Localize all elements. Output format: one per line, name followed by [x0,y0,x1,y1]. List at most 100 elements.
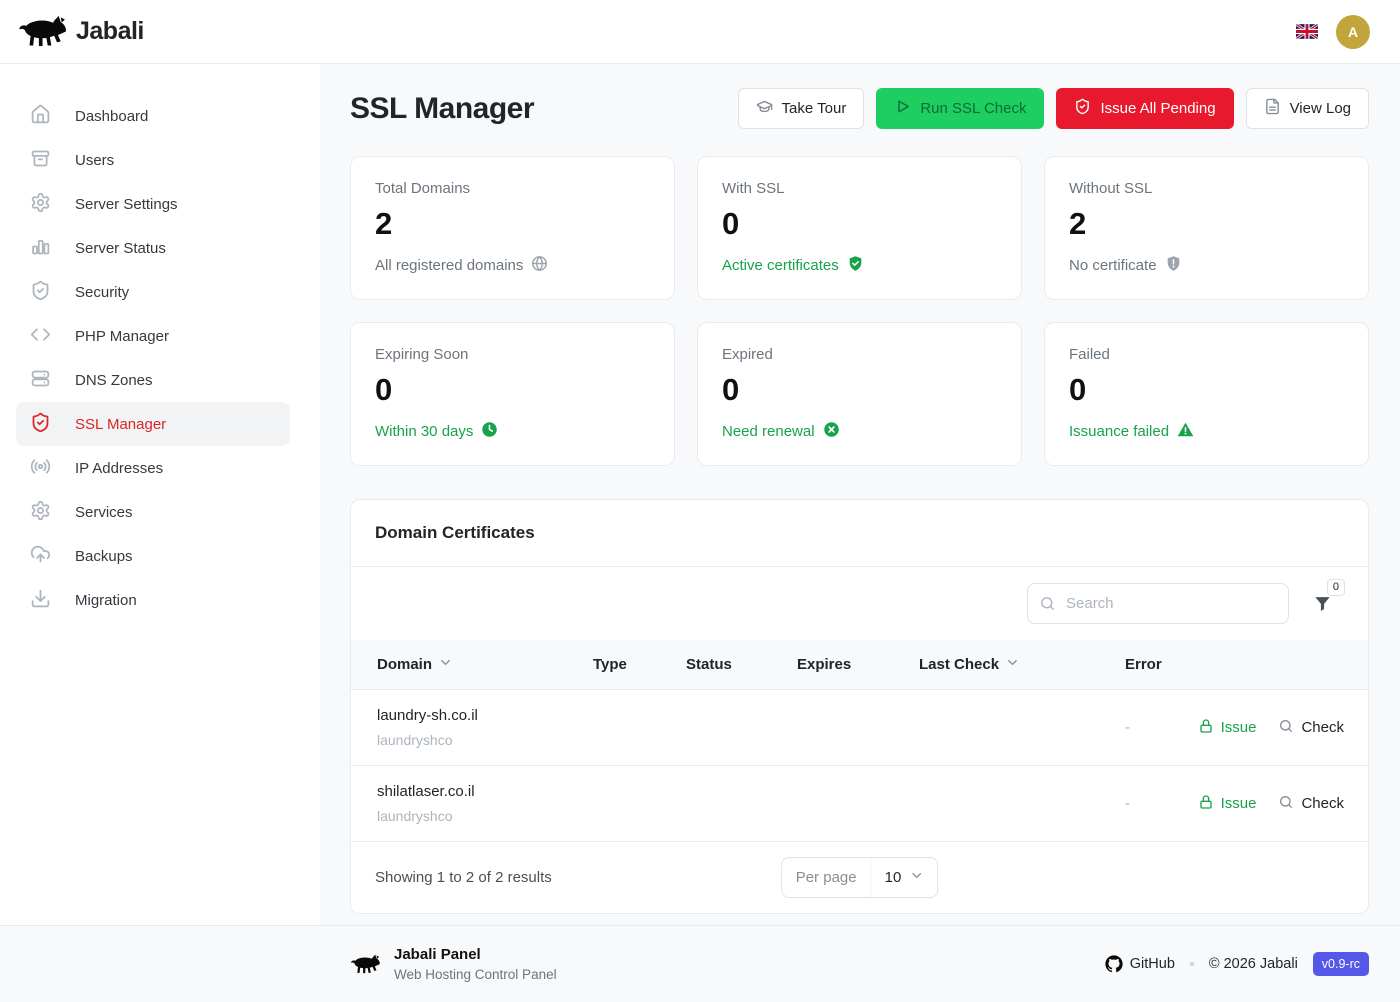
column-header-domain[interactable]: Domain [351,640,593,690]
lock-icon [1198,794,1214,814]
page-footer: Jabali Panel Web Hosting Control Panel G… [0,925,1400,1002]
take-tour-button[interactable]: Take Tour [738,88,865,129]
github-link[interactable]: GitHub [1105,955,1175,973]
sidebar-item-users[interactable]: Users [16,138,290,182]
check-action[interactable]: Check [1278,794,1344,814]
sidebar-item-dashboard[interactable]: Dashboard [16,94,290,138]
stat-value: 0 [1069,372,1344,408]
certificates-table: Domain Type Status Expires Last Check Er… [351,640,1368,841]
stat-card-with-ssl: With SSL 0 Active certificates [697,156,1022,300]
stat-card-failed: Failed 0 Issuance failed [1044,322,1369,466]
column-header-type: Type [593,640,686,690]
version-badge: v0.9-rc [1313,952,1369,976]
sidebar-item-migration[interactable]: Migration [16,578,290,622]
view-log-button[interactable]: View Log [1246,88,1369,129]
domain-owner: laundryshco [377,732,593,748]
stat-value: 0 [722,206,997,242]
sidebar-item-security[interactable]: Security [16,270,290,314]
main-content: SSL Manager Take Tour Run SSL Check Issu… [320,64,1400,925]
stat-value: 2 [375,206,650,242]
stats-grid: Total Domains 2 All registered domains W… [350,156,1369,466]
shield-check-icon [30,412,51,437]
per-page-value: 10 [885,869,902,886]
gear-icon [30,192,51,217]
chevron-down-icon [1005,655,1020,674]
issue-all-pending-button[interactable]: Issue All Pending [1056,88,1233,129]
table-row: laundry-sh.co.il laundryshco - Issue Che… [351,690,1368,766]
code-icon [30,324,51,349]
sidebar-item-php-manager[interactable]: PHP Manager [16,314,290,358]
search-icon [1278,794,1294,814]
results-summary: Showing 1 to 2 of 2 results [375,869,552,886]
shield-check-icon [1074,98,1091,119]
home-icon [30,104,51,129]
triangle-alert-icon [1177,421,1194,442]
shield-alert-icon [1165,255,1182,276]
globe-icon [531,255,548,276]
page-title: SSL Manager [350,92,534,126]
domain-certificates-card: Domain Certificates 0 Domain Type S [350,499,1369,914]
check-action[interactable]: Check [1278,718,1344,738]
bar-chart-icon [30,236,51,261]
server-icon [30,368,51,393]
search-icon [1039,595,1056,612]
footer-subtitle: Web Hosting Control Panel [394,967,557,982]
sidebar-item-server-settings[interactable]: Server Settings [16,182,290,226]
boar-logo-icon [349,952,381,977]
issue-action[interactable]: Issue [1198,794,1257,814]
cloud-upload-icon [30,544,51,569]
radio-icon [30,456,51,481]
stat-card-expiring-soon: Expiring Soon 0 Within 30 days [350,322,675,466]
boar-logo-icon [16,13,68,51]
stat-value: 2 [1069,206,1344,242]
sidebar-item-ssl-manager[interactable]: SSL Manager [16,402,290,446]
chevron-down-icon [438,655,453,674]
column-header-last-check[interactable]: Last Check [919,640,1125,690]
sidebar: Dashboard Users Server Settings Server S… [0,64,320,925]
search-icon [1278,718,1294,738]
copyright: © 2026 Jabali [1209,956,1298,972]
language-flag-icon[interactable] [1296,24,1318,39]
sidebar-item-dns-zones[interactable]: DNS Zones [16,358,290,402]
per-page-select[interactable]: Per page 10 [781,857,939,898]
top-navbar: Jabali A [0,0,1400,64]
github-icon [1105,955,1123,973]
filter-button[interactable]: 0 [1313,594,1332,613]
run-ssl-check-button[interactable]: Run SSL Check [876,88,1044,129]
sidebar-item-backups[interactable]: Backups [16,534,290,578]
user-avatar[interactable]: A [1336,15,1370,49]
chevron-down-icon [909,868,924,887]
stat-card-expired: Expired 0 Need renewal [697,322,1022,466]
stat-value: 0 [722,372,997,408]
search-input[interactable] [1027,583,1289,624]
download-icon [30,588,51,613]
gear-icon [30,500,51,525]
sidebar-item-ip-addresses[interactable]: IP Addresses [16,446,290,490]
stat-value: 0 [375,372,650,408]
separator-dot [1190,962,1194,966]
table-header-row: Domain Type Status Expires Last Check Er… [351,640,1368,690]
brand[interactable]: Jabali [16,13,144,51]
column-header-expires: Expires [797,640,919,690]
search-box [1027,583,1289,624]
funnel-icon [1313,594,1332,613]
clock-icon [481,421,498,442]
shield-check-icon [847,255,864,276]
issue-action[interactable]: Issue [1198,718,1257,738]
table-row: shilatlaser.co.il laundryshco - Issue Ch… [351,766,1368,842]
brand-name: Jabali [76,17,144,46]
footer-brand: Jabali Panel [394,946,557,963]
column-header-status: Status [686,640,797,690]
lock-icon [1198,718,1214,738]
table-title: Domain Certificates [351,500,1368,567]
shield-check-icon [30,280,51,305]
page-actions: Take Tour Run SSL Check Issue All Pendin… [738,88,1369,129]
per-page-label: Per page [782,869,871,886]
sidebar-item-services[interactable]: Services [16,490,290,534]
circle-x-icon [823,421,840,442]
stat-card-without-ssl: Without SSL 2 No certificate [1044,156,1369,300]
domain-owner: laundryshco [377,808,593,824]
file-text-icon [1264,98,1281,119]
stat-card-total-domains: Total Domains 2 All registered domains [350,156,675,300]
sidebar-item-server-status[interactable]: Server Status [16,226,290,270]
